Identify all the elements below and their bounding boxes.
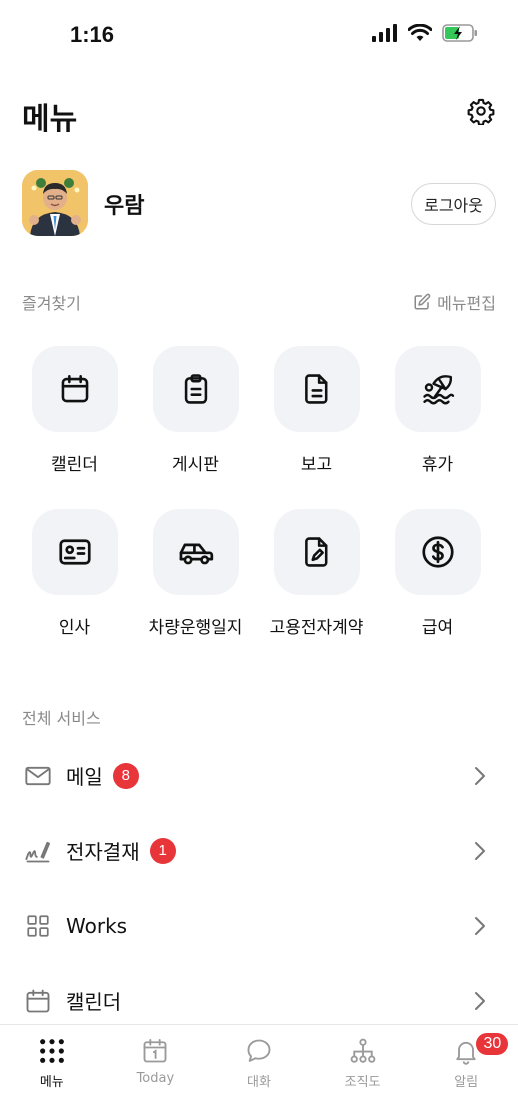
status-time: 1:16 xyxy=(70,22,115,47)
favorite-report[interactable]: 보고 xyxy=(256,346,377,475)
document-icon xyxy=(304,374,327,404)
avatar-image xyxy=(22,170,88,236)
profile-name: 우람 xyxy=(104,194,145,219)
favorite-label: 휴가 xyxy=(421,455,454,475)
favorite-tile xyxy=(394,509,481,595)
service-mail[interactable]: 메일 8 xyxy=(0,738,518,813)
favorite-calendar[interactable]: 캘린더 xyxy=(14,346,135,475)
gear-icon xyxy=(467,98,495,125)
favorite-tile xyxy=(273,346,360,432)
unread-count-badge: 8 xyxy=(112,762,139,789)
edit-menu-label: 메뉴편집 xyxy=(437,294,496,313)
tab-label: 메뉴 xyxy=(39,1075,64,1090)
avatar[interactable] xyxy=(22,170,88,236)
favorite-payroll[interactable]: 급여 xyxy=(377,509,498,638)
favorite-label: 보고 xyxy=(300,455,333,475)
logout-button[interactable]: 로그아웃 xyxy=(411,183,496,225)
service-works[interactable]: Works xyxy=(0,888,518,963)
favorite-tile xyxy=(273,509,360,595)
contract-edit-icon xyxy=(304,537,327,567)
favorite-tile xyxy=(152,346,239,432)
dots-grid-icon xyxy=(39,1039,64,1063)
beach-umbrella-icon xyxy=(422,375,454,405)
calendar-icon xyxy=(24,987,52,1015)
signature-icon xyxy=(24,837,52,865)
favorite-label: 인사 xyxy=(58,618,91,638)
status-icons xyxy=(372,24,478,42)
tab-notifications[interactable]: 알림 30 xyxy=(414,1025,518,1111)
favorites-grid: 캘린더 게시판 보고 휴가 인사 차량운행일지 고용전자계약 급여 xyxy=(14,346,504,638)
service-label: 메일 xyxy=(66,765,103,789)
favorite-tile xyxy=(152,509,239,595)
chevron-right-icon xyxy=(475,992,485,1010)
signal-icon xyxy=(372,24,397,42)
favorite-tile xyxy=(394,346,481,432)
tab-today[interactable]: Today xyxy=(104,1025,208,1111)
chat-bubble-icon xyxy=(247,1039,271,1062)
favorite-tile xyxy=(31,509,118,595)
calendar-icon xyxy=(61,374,88,403)
dollar-icon xyxy=(421,536,454,568)
services-section-label: 전체 서비스 xyxy=(22,709,101,728)
edit-menu-button[interactable]: 메뉴편집 xyxy=(413,290,496,314)
tab-label: 조직도 xyxy=(344,1075,381,1090)
chevron-right-icon xyxy=(475,842,485,860)
favorite-tile xyxy=(31,346,118,432)
page-title: 메뉴 xyxy=(22,102,78,137)
tab-org-chart[interactable]: 조직도 xyxy=(311,1025,415,1111)
service-label: 캘린더 xyxy=(66,990,122,1014)
favorites-section-label: 즐겨찾기 xyxy=(22,294,81,313)
favorite-vacation[interactable]: 휴가 xyxy=(377,346,498,475)
services-list: 메일 8 전자결재 1 Works 캘린더 xyxy=(0,738,518,1038)
pending-count-badge: 1 xyxy=(149,837,176,864)
favorite-hr[interactable]: 인사 xyxy=(14,509,135,638)
settings-button[interactable] xyxy=(466,96,496,126)
battery-charging-icon xyxy=(442,24,477,42)
clipboard-icon xyxy=(184,374,207,404)
car-icon xyxy=(179,543,213,565)
favorite-label: 차량운행일지 xyxy=(148,618,243,638)
notification-count-badge: 30 xyxy=(474,1031,511,1057)
tab-label: 대화 xyxy=(247,1075,271,1090)
status-bar: 1:16 xyxy=(0,0,518,70)
favorite-label: 게시판 xyxy=(172,455,219,475)
profile-section: 우람 로그아웃 xyxy=(22,170,496,236)
tab-label: 알림 xyxy=(454,1075,479,1090)
service-e-approval[interactable]: 전자결재 1 xyxy=(0,813,518,888)
calendar-today-icon xyxy=(143,1038,167,1063)
id-card-icon xyxy=(58,539,91,565)
edit-icon xyxy=(414,293,431,310)
wifi-icon xyxy=(408,24,432,41)
service-label: Works xyxy=(66,913,128,938)
chevron-right-icon xyxy=(475,917,485,935)
bottom-tab-bar: 메뉴 Today 대화 조직도 알림 30 xyxy=(0,1024,518,1111)
favorite-e-contract[interactable]: 고용전자계약 xyxy=(256,509,377,638)
grid-icon xyxy=(24,912,52,940)
tab-chat[interactable]: 대화 xyxy=(207,1025,311,1111)
tab-label: Today xyxy=(136,1071,175,1086)
service-label: 전자결재 xyxy=(66,840,140,864)
favorite-vehicle-log[interactable]: 차량운행일지 xyxy=(135,509,256,638)
mail-icon xyxy=(24,762,52,790)
favorite-board[interactable]: 게시판 xyxy=(135,346,256,475)
chevron-right-icon xyxy=(475,767,485,785)
favorite-label: 급여 xyxy=(421,618,454,638)
favorite-label: 캘린더 xyxy=(51,455,98,475)
org-chart-icon xyxy=(350,1038,375,1063)
tab-menu[interactable]: 메뉴 xyxy=(0,1025,104,1111)
favorite-label: 고용전자계약 xyxy=(269,618,364,638)
